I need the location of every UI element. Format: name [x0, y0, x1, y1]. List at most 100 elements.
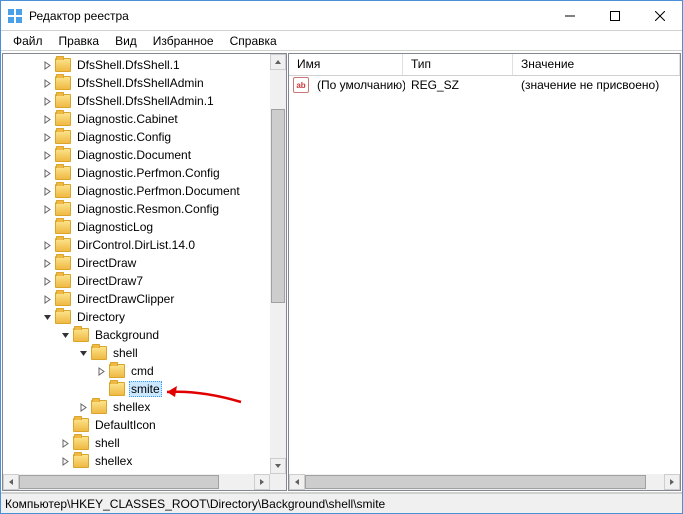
chevron-down-icon[interactable] [57, 327, 73, 343]
folder-icon [55, 256, 71, 270]
tree-item-label: shellex [111, 400, 152, 414]
scroll-down-button[interactable] [270, 458, 286, 474]
tree-item[interactable]: Background [3, 326, 270, 344]
folder-icon [55, 274, 71, 288]
tree-item[interactable]: Diagnostic.Cabinet [3, 110, 270, 128]
tree-item[interactable]: Diagnostic.Resmon.Config [3, 200, 270, 218]
tree-item[interactable]: DirectDraw [3, 254, 270, 272]
chevron-right-icon[interactable] [39, 93, 55, 109]
menu-file[interactable]: Файл [5, 32, 51, 50]
tree-item[interactable]: shellex [3, 452, 270, 470]
col-value[interactable]: Значение [513, 54, 680, 75]
values-pane: Имя Тип Значение ab(По умолчанию)REG_SZ(… [288, 53, 681, 491]
tree-item[interactable]: DirControl.DirList.14.0 [3, 236, 270, 254]
tree-item[interactable]: DfsShell.DfsShellAdmin.1 [3, 92, 270, 110]
cell-value: (значение не присвоено) [515, 78, 665, 92]
tree-item-label: Background [93, 328, 161, 342]
close-button[interactable] [637, 1, 682, 30]
menu-edit[interactable]: Правка [51, 32, 108, 50]
chevron-right-icon[interactable] [39, 129, 55, 145]
tree-item[interactable]: DiagnosticLog [3, 218, 270, 236]
col-type[interactable]: Тип [403, 54, 513, 75]
folder-icon [73, 418, 89, 432]
folder-icon [55, 202, 71, 216]
tree-item[interactable]: DfsShell.DfsShellAdmin [3, 74, 270, 92]
registry-tree[interactable]: DfsShell.DfsShell.1 DfsShell.DfsShellAdmi… [3, 54, 270, 474]
chevron-right-icon[interactable] [39, 111, 55, 127]
tree-vscrollbar[interactable] [270, 54, 286, 474]
statusbar: Компьютер\HKEY_CLASSES_ROOT\Directory\Ba… [1, 493, 682, 513]
tree-hscrollbar[interactable] [3, 474, 270, 490]
tree-item-label: DfsShell.DfsShellAdmin [75, 76, 206, 90]
menu-help[interactable]: Справка [222, 32, 285, 50]
tree-item[interactable]: Diagnostic.Perfmon.Document [3, 182, 270, 200]
minimize-button[interactable] [547, 1, 592, 30]
scroll-hthumb[interactable] [19, 475, 219, 489]
chevron-down-icon[interactable] [75, 345, 91, 361]
tree-item[interactable]: smite [3, 380, 270, 398]
folder-icon [55, 184, 71, 198]
chevron-right-icon[interactable] [57, 453, 73, 469]
scroll-left-button[interactable] [3, 474, 19, 490]
tree-item[interactable]: DirectDraw7 [3, 272, 270, 290]
tree-spacer [93, 381, 109, 397]
tree-item[interactable]: DefaultIcon [3, 416, 270, 434]
status-path: Компьютер\HKEY_CLASSES_ROOT\Directory\Ba… [5, 497, 385, 511]
folder-icon [109, 382, 125, 396]
chevron-right-icon[interactable] [39, 255, 55, 271]
list-hscrollbar[interactable] [289, 474, 680, 490]
cell-name: (По умолчанию) [311, 78, 405, 92]
tree-item[interactable]: shellex [3, 398, 270, 416]
tree-item[interactable]: shell [3, 434, 270, 452]
tree-item[interactable]: DirectDrawClipper [3, 290, 270, 308]
menubar: Файл Правка Вид Избранное Справка [1, 31, 682, 51]
col-name[interactable]: Имя [289, 54, 403, 75]
folder-icon [55, 166, 71, 180]
scroll-right-button[interactable] [664, 474, 680, 490]
folder-icon [91, 400, 107, 414]
chevron-right-icon[interactable] [39, 183, 55, 199]
tree-item[interactable]: shell [3, 344, 270, 362]
scroll-left-button[interactable] [289, 474, 305, 490]
values-list[interactable]: ab(По умолчанию)REG_SZ(значение не присв… [289, 76, 680, 490]
maximize-button[interactable] [592, 1, 637, 30]
tree-spacer [57, 417, 73, 433]
scroll-track[interactable] [270, 70, 286, 458]
tree-item[interactable]: Diagnostic.Config [3, 128, 270, 146]
tree-item-label: DefaultIcon [93, 418, 158, 432]
scroll-up-button[interactable] [270, 54, 286, 70]
cell-type: REG_SZ [405, 78, 515, 92]
tree-item[interactable]: Diagnostic.Document [3, 146, 270, 164]
tree-item-label: DfsShell.DfsShell.1 [75, 58, 182, 72]
chevron-right-icon[interactable] [93, 363, 109, 379]
tree-item-label: Diagnostic.Perfmon.Config [75, 166, 222, 180]
scroll-corner [270, 474, 286, 490]
tree-item-label: DirectDraw [75, 256, 138, 270]
chevron-right-icon[interactable] [39, 291, 55, 307]
chevron-right-icon[interactable] [39, 147, 55, 163]
chevron-right-icon[interactable] [39, 237, 55, 253]
chevron-down-icon[interactable] [39, 309, 55, 325]
chevron-right-icon[interactable] [39, 201, 55, 217]
chevron-right-icon[interactable] [57, 435, 73, 451]
scroll-htrack[interactable] [305, 474, 664, 490]
scroll-thumb[interactable] [271, 109, 285, 303]
chevron-right-icon[interactable] [39, 165, 55, 181]
tree-item-label: Diagnostic.Cabinet [75, 112, 180, 126]
chevron-right-icon[interactable] [75, 399, 91, 415]
tree-item-label: shell [111, 346, 140, 360]
menu-favorites[interactable]: Избранное [145, 32, 222, 50]
scroll-hthumb[interactable] [305, 475, 646, 489]
tree-item[interactable]: DfsShell.DfsShell.1 [3, 56, 270, 74]
tree-item[interactable]: cmd [3, 362, 270, 380]
chevron-right-icon[interactable] [39, 57, 55, 73]
tree-item-label: Diagnostic.Perfmon.Document [75, 184, 242, 198]
chevron-right-icon[interactable] [39, 75, 55, 91]
menu-view[interactable]: Вид [107, 32, 145, 50]
tree-item[interactable]: Diagnostic.Perfmon.Config [3, 164, 270, 182]
scroll-htrack[interactable] [19, 474, 254, 490]
scroll-right-button[interactable] [254, 474, 270, 490]
chevron-right-icon[interactable] [39, 273, 55, 289]
value-row[interactable]: ab(По умолчанию)REG_SZ(значение не присв… [289, 76, 680, 94]
tree-item[interactable]: Directory [3, 308, 270, 326]
